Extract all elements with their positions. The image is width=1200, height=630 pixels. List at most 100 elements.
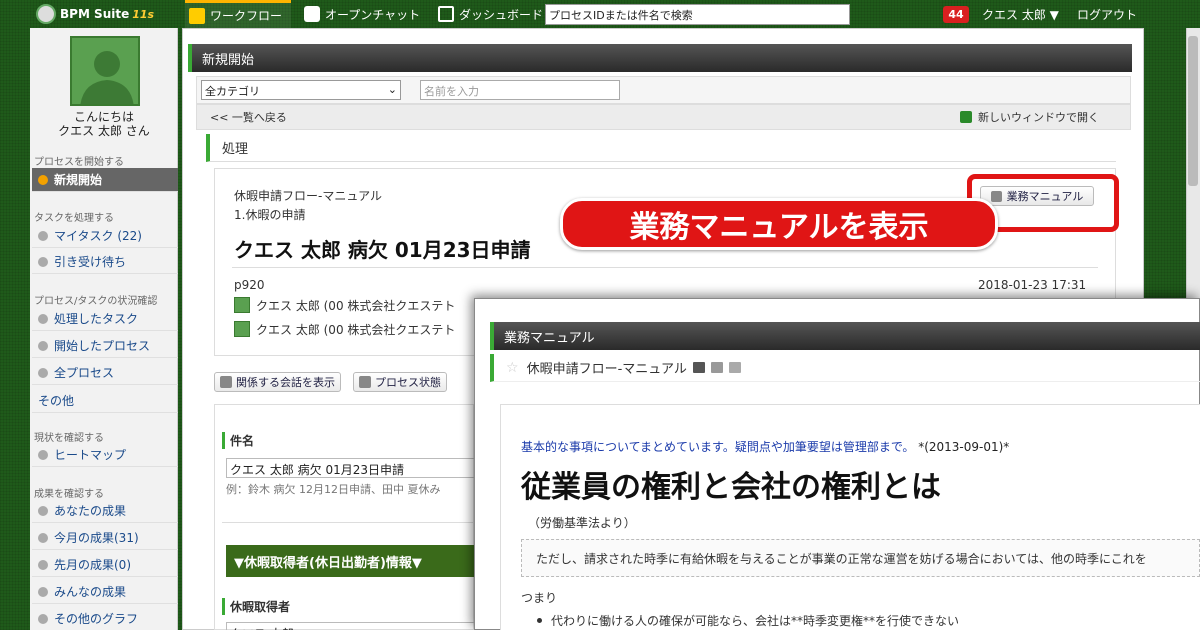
section-status-label: プロセス/タスクの状況確認 — [34, 296, 158, 307]
sidebar-item-heatmap[interactable]: ヒートマップ — [32, 443, 178, 467]
manual-note-date: *(2013-09-01)* — [918, 440, 1010, 454]
sidebar-item-label: 引き受け待ち — [54, 255, 127, 269]
manual-bullet-text: 代わりに働ける人の確保が可能なら、会社は**時季変更権**を行使できない — [551, 614, 960, 628]
sidebar-item-label: ヒートマップ — [54, 448, 127, 462]
sidebar-item-label: 処理したタスク — [54, 312, 139, 326]
page-title: 新規開始 — [188, 44, 1132, 72]
sidebar-item-processed[interactable]: 処理したタスク — [32, 307, 178, 331]
holder-section-header: ▼休暇取得者(休日出勤者)情報▼ — [226, 545, 474, 577]
sidebar-item-label: マイタスク (22) — [54, 229, 142, 243]
manual-summary: つまり — [521, 591, 558, 605]
sidebar-item-label: 新規開始 — [54, 173, 103, 187]
sidebar-item-other-graph[interactable]: その他のグラフ — [32, 607, 178, 630]
logo-version: 11s — [132, 7, 155, 21]
process-icon — [38, 340, 48, 351]
logo-text: BPM Suite — [60, 7, 130, 21]
manual-quote: ただし、請求された時季に有給休暇を与えることが事業の正常な運営を妨げる場合におい… — [521, 539, 1200, 577]
user-menu[interactable]: クエス 太郎 ▼ — [982, 6, 1059, 23]
open-new-window-label: 新しいウィンドウで開く — [978, 111, 1099, 124]
manual-subheading: （労働基準法より） — [528, 516, 636, 530]
subject-example: 例：鈴木 病欠 12月12日申請、田中 夏休み — [226, 483, 441, 496]
process-status-label: プロセス状態 — [375, 376, 441, 389]
back-to-list-link[interactable]: << 一覧へ戻る — [210, 109, 287, 125]
holder-label: 休暇取得者 — [222, 598, 290, 615]
sidebar-item-pickup[interactable]: 引き受け待ち — [32, 250, 178, 274]
section-start-label: プロセスを開始する — [34, 157, 124, 168]
related-chat-button[interactable]: 関係する会話を表示 — [214, 372, 341, 392]
nav-openchat[interactable]: オープンチャット — [300, 0, 424, 28]
user-icon — [234, 321, 250, 337]
bar-chart-icon — [38, 613, 48, 624]
person-silhouette-icon — [80, 51, 134, 104]
greeting-line2: クエス 太郎 さん — [58, 124, 150, 138]
process-title: クエス 太郎 病欠 01月23日申請 — [234, 238, 531, 262]
timestamp: 2018-01-23 17:31 — [978, 278, 1087, 292]
sidebar-item-your-results[interactable]: あなたの成果 — [32, 499, 178, 523]
flow-name: 休暇申請フロー-マニュアル — [234, 189, 382, 203]
sidebar-item-started[interactable]: 開始したプロセス — [32, 334, 178, 358]
arrow-icon — [38, 256, 48, 267]
sidebar-item-everyone[interactable]: みんなの成果 — [32, 580, 178, 604]
nav-dashboard[interactable]: ダッシュボード — [434, 0, 547, 28]
callout-label: 業務マニュアルを表示 — [560, 198, 998, 250]
sidebar-item-this-month[interactable]: 今月の成果(31) — [32, 526, 178, 550]
person-name: クエス 太郎 (00 株式会社クエステト — [256, 298, 456, 313]
holder-field[interactable]: クエス 太郎 — [226, 622, 476, 630]
scrollbar-thumb[interactable] — [1188, 36, 1198, 186]
subject-field[interactable]: クエス 太郎 病欠 01月23日申請 — [226, 458, 476, 478]
manual-note-text: 基本的な事項についてまとめています。疑問点や加筆要望は管理部まで。 — [521, 440, 915, 454]
person-row: クエス 太郎 (00 株式会社クエステト — [234, 296, 474, 314]
logo-icon — [36, 4, 56, 24]
app-logo[interactable]: BPM Suite 11s — [36, 2, 154, 26]
subject-label: 件名 — [222, 432, 254, 449]
logout-link[interactable]: ログアウト — [1077, 6, 1137, 23]
dashboard-icon — [438, 6, 454, 22]
category-select-value: 全カテゴリ — [205, 85, 260, 98]
sidebar-item-label: 今月の成果(31) — [54, 531, 139, 545]
chat-bubble-icon — [304, 6, 320, 22]
greeting: こんにちは クエス 太郎 さん — [30, 110, 178, 138]
chat-icon — [220, 376, 232, 388]
process-section-label: 処理 — [206, 134, 1116, 162]
view-icon[interactable] — [710, 362, 723, 373]
avatar[interactable] — [70, 36, 140, 106]
sidebar-item-label: その他のグラフ — [54, 612, 139, 626]
section-tasks-label: タスクを処理する — [34, 213, 114, 224]
sidebar-item-label: あなたの成果 — [54, 504, 127, 518]
sidebar-item-my-task[interactable]: マイタスク (22) — [32, 224, 178, 248]
sidebar-item-label: 先月の成果(0) — [54, 558, 131, 572]
new-window-icon — [960, 111, 972, 123]
person-name: クエス 太郎 (00 株式会社クエステト — [256, 322, 456, 337]
related-chat-label: 関係する会話を表示 — [236, 376, 335, 389]
sidebar-item-other[interactable]: その他 — [32, 389, 178, 413]
nav-workflow[interactable]: ワークフロー — [185, 0, 291, 28]
heatmap-icon — [38, 449, 48, 460]
name-input[interactable]: 名前を入力 — [420, 80, 620, 100]
edit-icon[interactable] — [692, 362, 705, 373]
divider — [222, 522, 474, 523]
sidebar-item-label: みんなの成果 — [54, 585, 127, 599]
sidebar-item-label: 開始したプロセス — [54, 339, 151, 353]
greeting-line1: こんにちは — [73, 110, 134, 124]
notification-badge[interactable]: 44 — [943, 6, 969, 23]
sidebar-item-last-month[interactable]: 先月の成果(0) — [32, 553, 178, 577]
sidebar-item-new-start[interactable]: 新規開始 — [32, 168, 178, 192]
manual-bullet: 代わりに働ける人の確保が可能なら、会社は**時季変更権**を行使できない — [537, 612, 959, 629]
star-icon[interactable]: ☆ — [506, 360, 519, 376]
nav-workflow-label: ワークフロー — [210, 9, 283, 23]
category-select[interactable]: 全カテゴリ ⌄ — [201, 80, 401, 100]
step-name: 1.休暇の申請 — [234, 208, 306, 222]
sidebar: こんにちは クエス 太郎 さん プロセスを開始する 新規開始 タスクを処理する … — [30, 28, 178, 630]
section-current-label: 現状を確認する — [34, 433, 104, 444]
close-icon[interactable] — [728, 362, 741, 373]
open-new-window-link[interactable]: 新しいウィンドウで開く — [960, 109, 1099, 125]
bar-chart-icon — [38, 532, 48, 543]
manual-heading: 従業員の権利と会社の権利とは — [521, 470, 941, 505]
manual-title-bar: ☆ 休暇申請フロー-マニュアル — [490, 354, 1200, 382]
search-input[interactable]: プロセスIDまたは件名で検索 — [545, 4, 850, 25]
sidebar-item-all[interactable]: 全プロセス — [32, 361, 178, 385]
process-status-button[interactable]: プロセス状態 — [353, 372, 447, 392]
person-row: クエス 太郎 (00 株式会社クエステト — [234, 320, 474, 338]
divider — [232, 267, 1098, 268]
plus-icon — [38, 174, 48, 185]
